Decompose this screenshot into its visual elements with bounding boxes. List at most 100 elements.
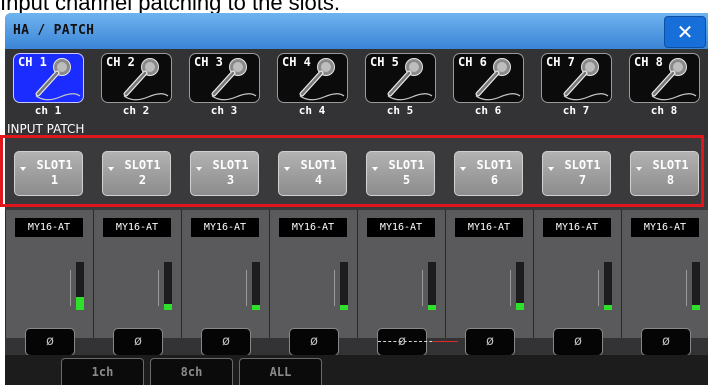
ha-section: MY16-AT ø xyxy=(621,210,708,356)
input-level-meter xyxy=(692,262,700,310)
input-patch-button[interactable]: SLOT1 7 xyxy=(542,151,611,196)
close-button[interactable]: ✕ xyxy=(664,16,706,48)
input-patch-button[interactable]: SLOT1 3 xyxy=(190,151,259,196)
channel-select-button[interactable]: CH 5 xyxy=(365,53,436,103)
input-patch-label: INPUT PATCH xyxy=(7,122,85,136)
input-level-meter xyxy=(76,262,84,310)
channel-select-button[interactable]: CH 2 xyxy=(101,53,172,103)
tab-1ch[interactable]: 1ch xyxy=(61,358,144,385)
input-patch-button[interactable]: SLOT1 1 xyxy=(14,151,83,196)
ha-device-label: MY16-AT xyxy=(15,218,83,237)
phase-icon: ø xyxy=(398,334,406,349)
input-patch-button[interactable]: SLOT1 5 xyxy=(366,151,435,196)
patch-cell: SLOT1 1 xyxy=(8,138,88,210)
meter-scale xyxy=(422,270,427,306)
channel-name: ch 3 xyxy=(210,104,238,117)
patch-slot: SLOT1 xyxy=(300,158,337,172)
phase-button[interactable]: ø xyxy=(465,328,515,356)
ha-device-label: MY16-AT xyxy=(543,218,611,237)
close-icon: ✕ xyxy=(676,20,694,44)
ha-device-label: MY16-AT xyxy=(279,218,347,237)
patch-slot: SLOT1 xyxy=(476,158,513,172)
tab-all[interactable]: ALL xyxy=(239,358,322,385)
patch-slot: SLOT1 xyxy=(388,158,425,172)
input-patch-button[interactable]: SLOT1 8 xyxy=(630,151,699,196)
input-level-meter xyxy=(604,262,612,310)
meter-scale xyxy=(158,270,163,306)
patch-label: SLOT1 3 xyxy=(205,158,256,188)
channel-select-button[interactable]: CH 4 xyxy=(277,53,348,103)
tab-8ch[interactable]: 8ch xyxy=(150,358,233,385)
meter-scale xyxy=(510,270,515,306)
patch-cell: SLOT1 3 xyxy=(184,138,264,210)
patch-port: 2 xyxy=(138,173,147,187)
patch-label: SLOT1 7 xyxy=(557,158,608,188)
patch-cell: SLOT1 6 xyxy=(448,138,528,210)
input-level-meter xyxy=(516,262,524,310)
channel-name: ch 8 xyxy=(650,104,678,117)
patch-port: 6 xyxy=(490,173,499,187)
patch-slot: SLOT1 xyxy=(124,158,161,172)
patch-port: 3 xyxy=(226,173,235,187)
ha-section: MY16-AT ø xyxy=(445,210,533,356)
dropdown-arrow-icon xyxy=(372,167,378,171)
patch-cell: SLOT1 8 xyxy=(624,138,704,210)
input-level-meter xyxy=(340,262,348,310)
channel-select-button[interactable]: CH 3 xyxy=(189,53,260,103)
channel-name: ch 7 xyxy=(562,104,590,117)
ha-device-label: MY16-AT xyxy=(191,218,259,237)
ha-device-label: MY16-AT xyxy=(367,218,435,237)
meter-fill xyxy=(428,305,436,310)
patch-port: 7 xyxy=(578,173,587,187)
channel-select-button[interactable]: CH 1 xyxy=(13,53,84,103)
phase-button[interactable]: ø xyxy=(201,328,251,356)
channel-button-label: CH 1 xyxy=(18,55,47,69)
patch-port: 5 xyxy=(402,173,411,187)
phase-button[interactable]: ø xyxy=(641,328,691,356)
meter-scale xyxy=(246,270,251,306)
ha-device-label: MY16-AT xyxy=(455,218,523,237)
input-patch-button[interactable]: SLOT1 4 xyxy=(278,151,347,196)
input-level-meter xyxy=(252,262,260,310)
channel-button-label: CH 6 xyxy=(458,55,487,69)
title-bar: HA / PATCH ✕ xyxy=(5,13,708,49)
patch-label: SLOT1 4 xyxy=(293,158,344,188)
patch-label: SLOT1 6 xyxy=(469,158,520,188)
channel-select-button[interactable]: CH 6 xyxy=(453,53,524,103)
patch-cell: SLOT1 2 xyxy=(96,138,176,210)
patch-label: SLOT1 2 xyxy=(117,158,168,188)
meter-fill xyxy=(252,305,260,310)
dropdown-arrow-icon xyxy=(284,167,290,171)
input-patch-button[interactable]: SLOT1 6 xyxy=(454,151,523,196)
window-title: HA / PATCH xyxy=(13,23,95,38)
dropdown-arrow-icon xyxy=(548,167,554,171)
dropdown-arrow-icon xyxy=(196,167,202,171)
phase-button[interactable]: ø xyxy=(113,328,163,356)
patch-label: SLOT1 5 xyxy=(381,158,432,188)
tab-bar: 1ch 8ch ALL xyxy=(5,355,708,385)
patch-cell: SLOT1 5 xyxy=(360,138,440,210)
channel-button-label: CH 7 xyxy=(546,55,575,69)
patch-label: SLOT1 8 xyxy=(645,158,696,188)
phase-button[interactable]: ø xyxy=(25,328,75,356)
patch-cell: SLOT1 4 xyxy=(272,138,352,210)
phase-icon: ø xyxy=(46,334,54,349)
ha-section: MY16-AT ø xyxy=(5,210,93,356)
phase-button[interactable]: ø xyxy=(553,328,603,356)
ha-section: MY16-AT ø xyxy=(533,210,621,356)
channel-button-label: CH 4 xyxy=(282,55,311,69)
meter-scale xyxy=(598,270,603,306)
meter-scale xyxy=(70,270,75,306)
input-level-meter xyxy=(428,262,436,310)
input-patch-button[interactable]: SLOT1 2 xyxy=(102,151,171,196)
channel-button-label: CH 3 xyxy=(194,55,223,69)
channel-select-button[interactable]: CH 7 xyxy=(541,53,612,103)
patch-slot: SLOT1 xyxy=(212,158,249,172)
phase-icon: ø xyxy=(222,334,230,349)
channel-select-button[interactable]: CH 8 xyxy=(629,53,700,103)
channel-button-label: CH 5 xyxy=(370,55,399,69)
phase-icon: ø xyxy=(310,334,318,349)
phase-button[interactable]: ø xyxy=(289,328,339,356)
phase-button[interactable]: ø xyxy=(377,328,458,356)
dropdown-arrow-icon xyxy=(20,167,26,171)
